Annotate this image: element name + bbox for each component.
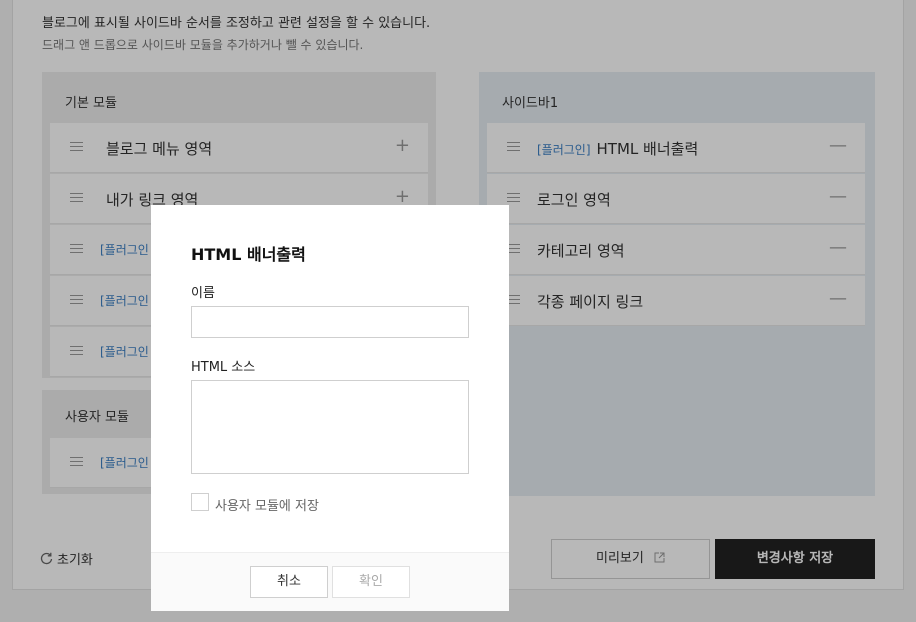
- confirm-button[interactable]: 확인: [332, 566, 410, 598]
- html-source-label: HTML 소스: [191, 360, 256, 375]
- name-label: 이름: [191, 286, 215, 301]
- html-banner-modal: HTML 배너출력 이름 HTML 소스 사용자 모듈에 저장 취소 확인: [151, 205, 509, 611]
- name-input[interactable]: [191, 306, 469, 338]
- save-to-user-module-checkbox[interactable]: [191, 493, 209, 511]
- modal-footer: 취소 확인: [151, 552, 509, 611]
- save-to-user-module-label[interactable]: 사용자 모듈에 저장: [215, 495, 319, 514]
- html-source-textarea[interactable]: [191, 380, 469, 474]
- modal-title: HTML 배너출력: [191, 245, 306, 264]
- cancel-button[interactable]: 취소: [250, 566, 328, 598]
